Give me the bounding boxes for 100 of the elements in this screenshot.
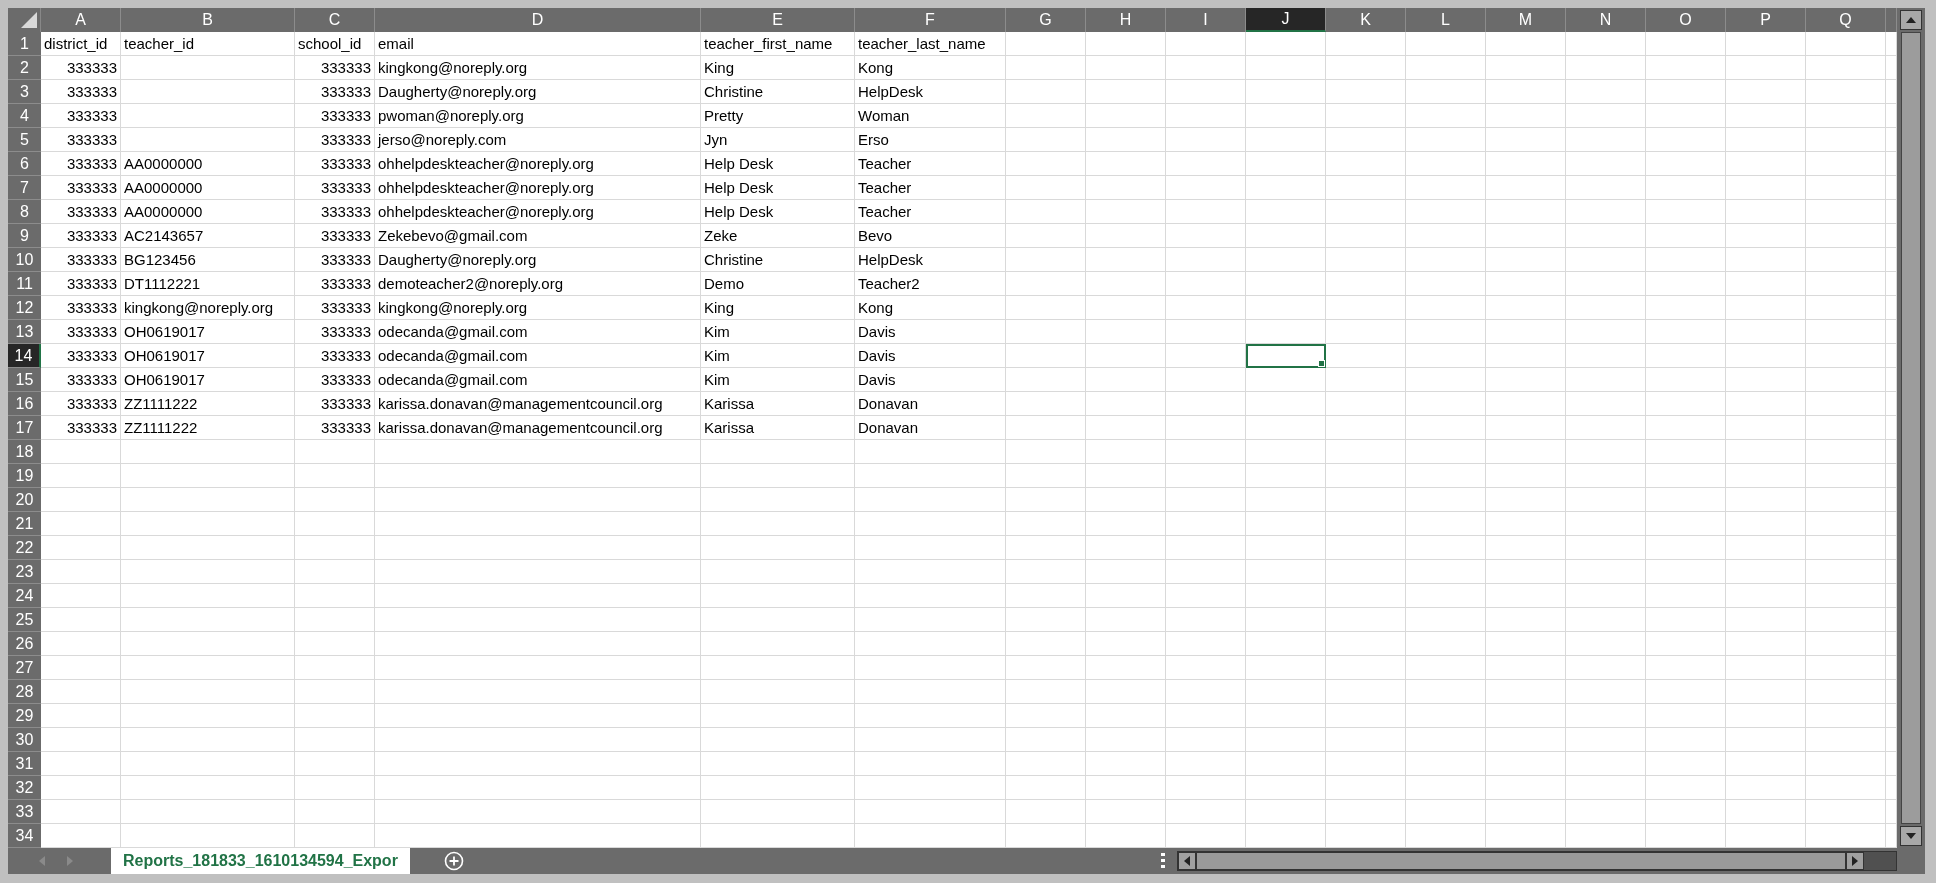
row-header[interactable]: 19 (8, 464, 41, 488)
horizontal-scrollbar[interactable] (1177, 851, 1897, 871)
table-cell: HelpDesk (855, 248, 1006, 272)
column-header[interactable]: A (41, 8, 121, 32)
table-cell: 333333 (295, 224, 375, 248)
column-header[interactable]: B (121, 8, 295, 32)
table-cell: Teacher2 (855, 272, 1006, 296)
right-arrow-icon (1851, 855, 1859, 867)
table-cell: 333333 (41, 152, 121, 176)
table-cell: demoteacher2@noreply.org (375, 272, 701, 296)
table-cell: 333333 (295, 200, 375, 224)
column-header[interactable]: M (1486, 8, 1566, 32)
row-header[interactable]: 28 (8, 680, 41, 704)
row-header[interactable]: 2 (8, 56, 41, 80)
resize-handle-icon[interactable] (1161, 853, 1165, 869)
row-header[interactable]: 22 (8, 536, 41, 560)
row-header[interactable]: 31 (8, 752, 41, 776)
up-arrow-icon (1905, 16, 1917, 24)
table-cell: 333333 (41, 296, 121, 320)
table-cell: Bevo (855, 224, 1006, 248)
table-cell: 333333 (41, 392, 121, 416)
row-header[interactable]: 3 (8, 80, 41, 104)
column-header[interactable]: L (1406, 8, 1486, 32)
row-header[interactable]: 32 (8, 776, 41, 800)
column-header[interactable]: O (1646, 8, 1726, 32)
row-header[interactable]: 7 (8, 176, 41, 200)
table-cell: Kim (701, 344, 855, 368)
column-header[interactable]: Q (1806, 8, 1886, 32)
column-header[interactable]: I (1166, 8, 1246, 32)
row-header[interactable]: 9 (8, 224, 41, 248)
column-header[interactable]: D (375, 8, 701, 32)
row-header[interactable]: 18 (8, 440, 41, 464)
row-header[interactable]: 8 (8, 200, 41, 224)
table-cell: Daugherty@noreply.org (375, 248, 701, 272)
scrollbar-thumb[interactable] (1196, 852, 1846, 870)
row-header[interactable]: 10 (8, 248, 41, 272)
table-cell: 333333 (41, 248, 121, 272)
row-header[interactable]: 15 (8, 368, 41, 392)
table-cell: Pretty (701, 104, 855, 128)
table-cell: OH0619017 (121, 320, 295, 344)
column-header[interactable]: G (1006, 8, 1086, 32)
table-cell: AC2143657 (121, 224, 295, 248)
row-header[interactable]: 21 (8, 512, 41, 536)
add-sheet-icon[interactable] (443, 851, 464, 871)
row-header[interactable]: 30 (8, 728, 41, 752)
table-cell: Help Desk (701, 200, 855, 224)
row-header[interactable]: 16 (8, 392, 41, 416)
table-cell: kingkong@noreply.org (121, 296, 295, 320)
column-header[interactable]: N (1566, 8, 1646, 32)
row-header[interactable]: 20 (8, 488, 41, 512)
column-header[interactable]: E (701, 8, 855, 32)
row-header[interactable]: 26 (8, 632, 41, 656)
scroll-up-button[interactable] (1900, 10, 1922, 30)
column-header[interactable]: K (1326, 8, 1406, 32)
scroll-right-button[interactable] (1846, 852, 1864, 870)
table-cell: 333333 (41, 344, 121, 368)
table-cell: Woman (855, 104, 1006, 128)
row-header[interactable]: 14 (8, 344, 41, 368)
row-header[interactable]: 17 (8, 416, 41, 440)
sheet-tab[interactable]: Reports_181833_1610134594_Expor (111, 848, 410, 874)
table-cell: Help Desk (701, 176, 855, 200)
row-header[interactable]: 4 (8, 104, 41, 128)
table-cell: pwoman@noreply.org (375, 104, 701, 128)
table-cell: BG123456 (121, 248, 295, 272)
table-cell: odecanda@gmail.com (375, 320, 701, 344)
row-header[interactable]: 5 (8, 128, 41, 152)
row-header[interactable]: 27 (8, 656, 41, 680)
row-header[interactable]: 25 (8, 608, 41, 632)
table-cell: 333333 (295, 344, 375, 368)
column-header[interactable]: P (1726, 8, 1806, 32)
triangle-icon (20, 11, 38, 29)
row-header[interactable]: 11 (8, 272, 41, 296)
table-cell: 333333 (295, 320, 375, 344)
scroll-left-button[interactable] (1178, 852, 1196, 870)
vertical-scrollbar[interactable] (1897, 8, 1925, 848)
scroll-down-button[interactable] (1900, 826, 1922, 846)
table-cell: teacher_id (121, 32, 295, 56)
column-header[interactable]: C (295, 8, 375, 32)
table-cell: 333333 (295, 392, 375, 416)
active-cell[interactable] (1246, 344, 1326, 368)
column-header[interactable]: H (1086, 8, 1166, 32)
row-header[interactable]: 24 (8, 584, 41, 608)
table-cell: OH0619017 (121, 344, 295, 368)
row-header[interactable]: 23 (8, 560, 41, 584)
select-all-button[interactable] (8, 8, 41, 32)
table-cell: Erso (855, 128, 1006, 152)
row-header[interactable]: 6 (8, 152, 41, 176)
column-header[interactable]: J (1246, 8, 1326, 32)
table-cell: Help Desk (701, 152, 855, 176)
table-cell: district_id (41, 32, 121, 56)
column-header[interactable]: F (855, 8, 1006, 32)
row-header[interactable]: 12 (8, 296, 41, 320)
table-cell: jerso@noreply.com (375, 128, 701, 152)
row-header[interactable]: 34 (8, 824, 41, 848)
table-cell: 333333 (41, 176, 121, 200)
row-header[interactable]: 1 (8, 32, 41, 56)
scrollbar-thumb[interactable] (1901, 32, 1921, 824)
row-header[interactable]: 33 (8, 800, 41, 824)
row-header[interactable]: 13 (8, 320, 41, 344)
row-header[interactable]: 29 (8, 704, 41, 728)
